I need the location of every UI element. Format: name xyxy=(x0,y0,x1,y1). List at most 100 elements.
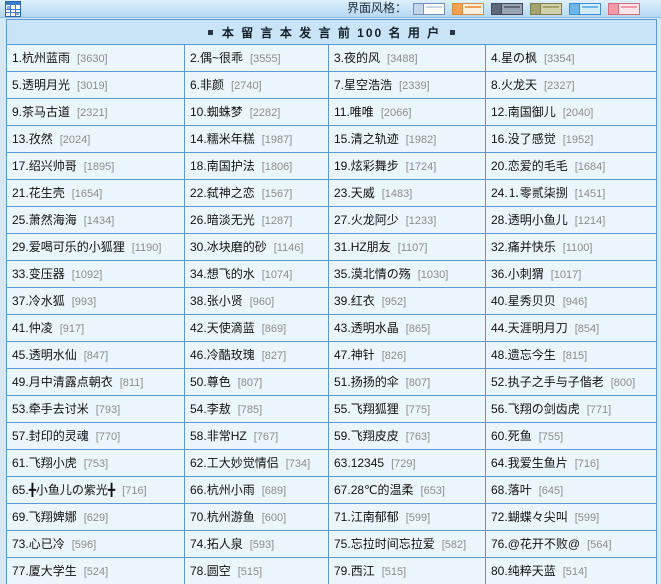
style-swatch-2[interactable] xyxy=(452,3,484,15)
user-name[interactable]: ⒈零贰柒捌 xyxy=(508,186,568,200)
style-swatch-1[interactable] xyxy=(413,3,445,15)
style-swatch-5[interactable] xyxy=(569,3,601,15)
user-name[interactable]: 绍兴帅哥 xyxy=(29,159,77,173)
user-name[interactable]: 星秀贝贝 xyxy=(508,294,556,308)
user-name[interactable]: 西江 xyxy=(351,564,375,578)
user-name[interactable]: 透明水晶 xyxy=(351,321,399,335)
user-name[interactable]: 透明水仙 xyxy=(29,348,77,362)
user-name[interactable]: 扬扬的伞 xyxy=(351,375,399,389)
user-rank: 46. xyxy=(190,348,207,362)
user-name[interactable]: 炫彩舞步 xyxy=(351,159,399,173)
user-rank: 53. xyxy=(12,402,29,416)
user-name[interactable]: 我爱生鱼片 xyxy=(508,456,568,470)
user-name[interactable]: 没了感觉 xyxy=(508,132,556,146)
user-name[interactable]: 南国御儿 xyxy=(508,105,556,119)
user-name[interactable]: 杭州游鱼 xyxy=(207,510,255,524)
user-name[interactable]: 厦大学生 xyxy=(29,564,77,578)
user-name[interactable]: 飞翔皮皮 xyxy=(351,429,399,443)
user-name[interactable]: 火龙阿少 xyxy=(351,213,399,227)
user-name[interactable]: 天涯明月刀 xyxy=(508,321,568,335)
user-name[interactable]: 南国护法 xyxy=(207,159,255,173)
user-name[interactable]: 花生壳 xyxy=(29,186,65,200)
user-name[interactable]: 星空浩浩 xyxy=(344,78,392,92)
user-rank: 8. xyxy=(491,78,502,92)
user-name[interactable]: 月中清露点朝衣 xyxy=(29,375,113,389)
user-cell: 14.糯米年糕 [1987] xyxy=(185,126,328,152)
user-name[interactable]: 孜然 xyxy=(29,132,53,146)
user-name[interactable]: 偶~很乖 xyxy=(200,51,243,65)
user-name[interactable]: 非常HZ xyxy=(207,429,247,443)
style-swatch-4[interactable] xyxy=(530,3,562,15)
user-name[interactable]: 圆空 xyxy=(207,564,231,578)
user-name[interactable]: 爱喝可乐的小狐狸 xyxy=(29,240,125,254)
user-name[interactable]: 工大妙觉情侣 xyxy=(207,456,279,470)
style-swatch-3[interactable] xyxy=(491,3,523,15)
user-name[interactable]: 弑神之恋 xyxy=(207,186,255,200)
user-name[interactable]: ╋小鱼儿の紫光╋ xyxy=(29,483,115,497)
user-name[interactable]: 杭州蓝雨 xyxy=(22,51,70,65)
user-name[interactable]: 遗忘今生 xyxy=(508,348,556,362)
user-name[interactable]: 神针 xyxy=(351,348,375,362)
user-name[interactable]: 忘拉时间忘拉爱 xyxy=(351,537,435,551)
user-name[interactable]: @花开不败@ xyxy=(508,537,580,551)
user-count: [1483] xyxy=(381,188,413,200)
user-name[interactable]: 唯唯 xyxy=(350,105,374,119)
user-name[interactable]: 落叶 xyxy=(508,483,532,497)
user-name[interactable]: 12345 xyxy=(351,456,384,470)
user-name[interactable]: 牵手去讨米 xyxy=(29,402,89,416)
user-name[interactable]: 透明小鱼儿 xyxy=(508,213,568,227)
user-rank: 72. xyxy=(491,510,508,524)
user-name[interactable]: 飞翔婢娜 xyxy=(29,510,77,524)
user-name[interactable]: 想飞的水 xyxy=(207,267,255,281)
swatch-pane xyxy=(580,4,600,14)
user-name[interactable]: 茶马古道 xyxy=(22,105,70,119)
user-name[interactable]: 红衣 xyxy=(351,294,375,308)
user-name[interactable]: 拓人泉 xyxy=(207,537,243,551)
user-count: [800] xyxy=(610,377,636,389)
user-name[interactable]: 夜的风 xyxy=(344,51,380,65)
user-name[interactable]: 飞翔小虎 xyxy=(29,456,77,470)
user-name[interactable]: 李敖 xyxy=(207,402,231,416)
user-count: [826] xyxy=(381,350,407,362)
user-name[interactable]: 封印的灵魂 xyxy=(29,429,89,443)
user-cell: 53.牵手去讨米 [793] xyxy=(7,396,184,422)
user-name[interactable]: 冰块磨的砂 xyxy=(207,240,267,254)
user-name[interactable]: 非颜 xyxy=(200,78,224,92)
user-name[interactable]: 心已冷 xyxy=(29,537,65,551)
user-name[interactable]: 火龙天 xyxy=(501,78,537,92)
user-name[interactable]: 蜘蛛梦 xyxy=(207,105,243,119)
user-name[interactable]: 漠北情の殇 xyxy=(351,267,411,281)
user-cell: 21.花生壳 [1654] xyxy=(7,180,184,206)
user-name[interactable]: 清之轨迹 xyxy=(351,132,399,146)
user-name[interactable]: 变压器 xyxy=(29,267,65,281)
user-name[interactable]: 冷酷玫瑰 xyxy=(207,348,255,362)
user-name[interactable]: 痛并快乐 xyxy=(508,240,556,254)
user-name[interactable]: 蝴蝶々尖叫 xyxy=(508,510,568,524)
user-name[interactable]: 恋爱的毛毛 xyxy=(508,159,568,173)
user-name[interactable]: 杭州小雨 xyxy=(207,483,255,497)
user-name[interactable]: 执子之手与子偕老 xyxy=(508,375,604,389)
user-rank: 73. xyxy=(12,537,29,551)
user-name[interactable]: 纯粹天蓝 xyxy=(508,564,556,578)
user-name[interactable]: 飞翔の剑齿虎 xyxy=(508,402,580,416)
user-name[interactable]: 暗淡无光 xyxy=(207,213,255,227)
user-name[interactable]: 江南郁郁 xyxy=(351,510,399,524)
user-name[interactable]: 萧然海海 xyxy=(29,213,77,227)
user-name[interactable]: 张小贤 xyxy=(207,294,243,308)
user-name[interactable]: 小刺猬 xyxy=(508,267,544,281)
user-name[interactable]: 仲凌 xyxy=(29,321,53,335)
user-name[interactable]: 天使滴蓝 xyxy=(207,321,255,335)
user-name[interactable]: 飞翔狐狸 xyxy=(351,402,399,416)
user-name[interactable]: 28℃的温柔 xyxy=(351,483,414,497)
style-swatch-6[interactable] xyxy=(608,3,640,15)
user-name[interactable]: 冷水狐 xyxy=(29,294,65,308)
style-label: 界面风格： xyxy=(347,1,408,15)
user-name[interactable]: 天威 xyxy=(351,186,375,200)
user-name[interactable]: 星の枫 xyxy=(501,51,537,65)
user-cell: 50.尊色 [807] xyxy=(185,369,328,395)
user-name[interactable]: 透明月光 xyxy=(22,78,70,92)
user-name[interactable]: 尊色 xyxy=(207,375,231,389)
user-name[interactable]: 糯米年糕 xyxy=(207,132,255,146)
user-name[interactable]: 死鱼 xyxy=(508,429,532,443)
user-name[interactable]: HZ朋友 xyxy=(351,240,391,254)
